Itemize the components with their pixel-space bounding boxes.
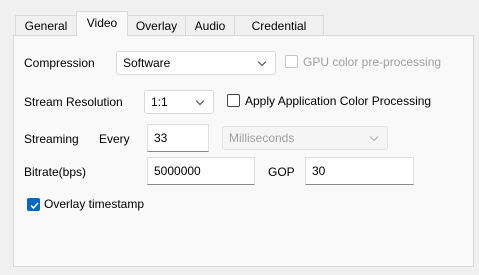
streaming-interval-value: 33 [154,131,168,145]
gpu-color-checkbox[interactable] [285,55,298,68]
streaming-label: Streaming [24,132,79,146]
compression-value: Software [123,56,171,70]
stream-resolution-label: Stream Resolution [24,95,123,109]
checkmark-icon [30,202,39,210]
tab-credential-label: Credential [251,19,307,33]
compression-label: Compression [24,56,95,70]
stream-resolution-dropdown[interactable]: 1:1 [144,90,214,114]
gop-label: GOP [268,165,295,179]
apply-color-processing-checkbox[interactable] [227,94,240,107]
overlay-timestamp-label: Overlay timestamp [44,197,145,211]
tab-general-label: General [24,19,68,33]
chevron-down-icon [195,100,205,106]
gop-input[interactable]: 30 [305,157,414,185]
streaming-unit-dropdown[interactable]: Milliseconds [222,126,388,150]
chevron-down-icon [257,61,267,67]
bitrate-value: 5000000 [154,164,201,178]
streaming-interval-input[interactable]: 33 [147,124,209,152]
bitrate-label: Bitrate(bps) [24,165,87,179]
chevron-down-icon [369,136,379,142]
tab-general[interactable]: General [15,15,77,35]
overlay-timestamp-checkbox[interactable] [27,198,40,211]
every-label: Every [99,132,130,146]
tab-audio[interactable]: Audio [185,15,235,35]
bitrate-input[interactable]: 5000000 [147,157,255,185]
tab-audio-label: Audio [194,19,226,33]
apply-color-processing-label: Apply Application Color Processing [245,94,432,108]
gop-value: 30 [312,164,326,178]
gpu-color-label: GPU color pre-processing [303,55,442,69]
streaming-unit-value: Milliseconds [229,131,295,145]
tab-credential[interactable]: Credential [234,15,324,35]
tab-overlay[interactable]: Overlay [127,15,186,35]
tab-video-label: Video [86,16,118,30]
stream-resolution-value: 1:1 [151,95,168,109]
compression-dropdown[interactable]: Software [116,51,276,75]
tab-overlay-label: Overlay [135,19,178,33]
tab-video[interactable]: Video [76,11,128,36]
